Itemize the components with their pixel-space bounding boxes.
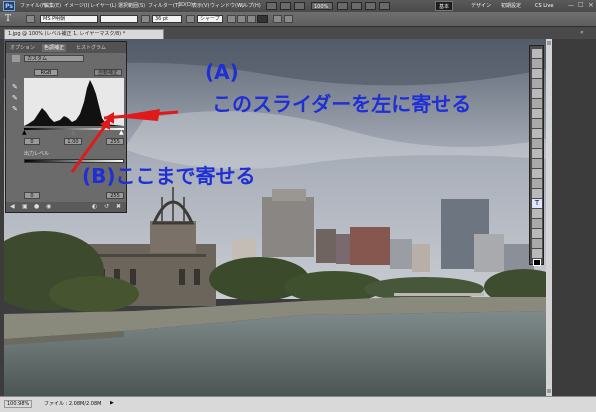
annotation-a-text: このスライダーを左に寄せる [212,92,472,116]
status-zoom[interactable]: 100.98% [4,400,33,408]
status-bar: 100.98% ファイル : 2.08M/2.08M ▶ [0,396,596,412]
annotation-a-label: (A) [205,60,239,84]
status-file-info: ファイル : 2.08M/2.08M [44,401,102,407]
annotation-arrows [70,109,179,173]
status-menu-icon[interactable]: ▶ [110,400,114,406]
annotation-b-text: (B)ここまで寄せる [82,164,256,188]
